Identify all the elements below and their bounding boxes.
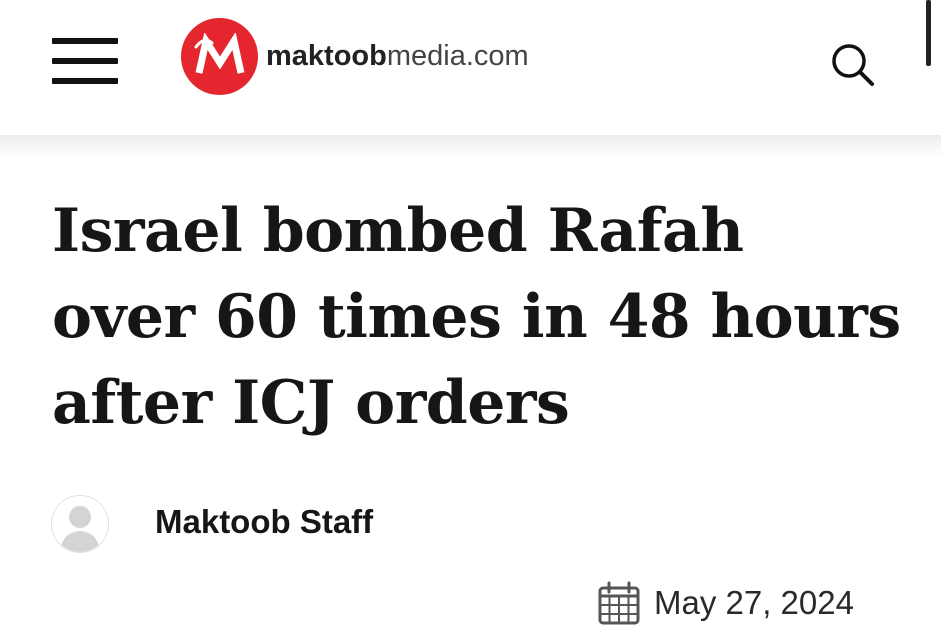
site-header: maktoobmedia.com — [0, 0, 941, 135]
menu-line — [52, 38, 118, 44]
logo-text-bold: maktoob — [266, 39, 387, 72]
logo-wordmark: maktoobmedia.com — [266, 39, 529, 72]
search-icon[interactable] — [828, 41, 878, 87]
logo-text-light: media.com — [386, 39, 529, 72]
menu-line — [52, 78, 118, 84]
default-avatar-icon[interactable] — [51, 495, 109, 553]
article-headline: Israel bombed Rafah over 60 times in 48 … — [52, 196, 901, 438]
header-divider — [0, 135, 941, 157]
calendar-icon — [598, 581, 640, 625]
hamburger-menu-icon[interactable] — [52, 38, 118, 84]
publish-date: May 27, 2024 — [598, 580, 854, 626]
logo-mark-icon — [181, 17, 258, 95]
site-logo[interactable]: maktoobmedia.com — [181, 16, 529, 96]
scrollbar-edge[interactable] — [926, 0, 931, 66]
menu-line — [52, 58, 118, 64]
author-name-link[interactable]: Maktoob Staff — [155, 503, 373, 541]
date-text: May 27, 2024 — [654, 584, 854, 621]
